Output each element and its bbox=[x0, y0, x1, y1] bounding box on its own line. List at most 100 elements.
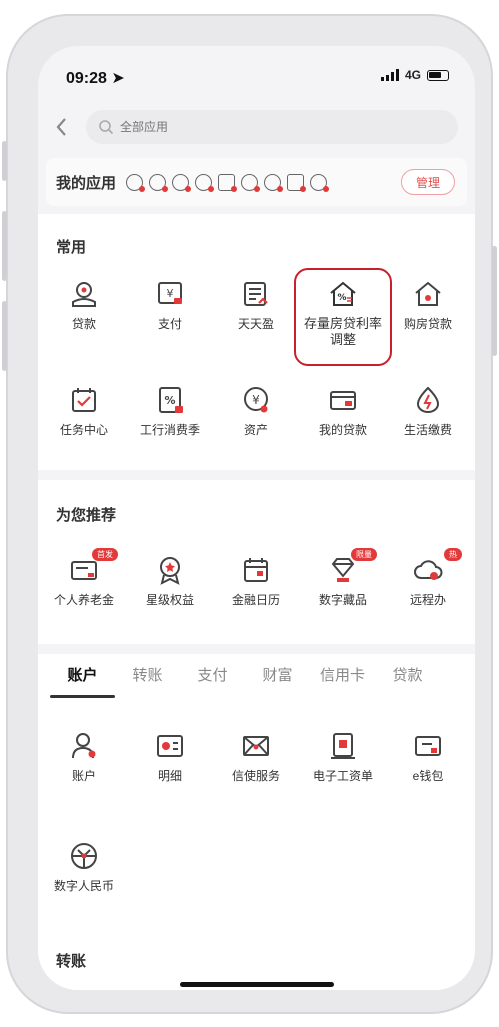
daily-earn-icon bbox=[244, 282, 268, 306]
svg-text:%: % bbox=[164, 394, 175, 407]
remote-service-icon bbox=[414, 560, 443, 580]
tab-transfer[interactable]: 转账 bbox=[115, 654, 180, 698]
badge-shortcut-icon[interactable] bbox=[310, 173, 330, 192]
transfer-section-title: 转账 bbox=[56, 953, 87, 970]
app-consumption-season[interactable]: % 工行消费季 bbox=[130, 384, 210, 438]
chevron-left-icon bbox=[56, 118, 66, 136]
app-task-center[interactable]: 任务中心 bbox=[44, 384, 124, 438]
recommended-section-title: 为您推荐 bbox=[56, 507, 117, 524]
utility-icon bbox=[416, 386, 440, 413]
app-label: 远程办 bbox=[409, 593, 446, 607]
wealth-shortcut-icon[interactable] bbox=[241, 173, 261, 192]
home-loan-icon bbox=[415, 281, 441, 306]
star-rights-icon bbox=[160, 557, 180, 585]
network-type: 4G bbox=[404, 68, 421, 82]
app-personal-pension[interactable]: 首发 个人养老金 bbox=[44, 548, 124, 608]
app-my-loans[interactable]: 我的贷款 bbox=[303, 384, 383, 438]
account-icon bbox=[72, 733, 96, 759]
app-home-loan[interactable]: 购房贷款 bbox=[388, 278, 468, 332]
chart-shortcut-icon[interactable] bbox=[264, 173, 284, 192]
app-digital-rmb[interactable]: 数字人民币 bbox=[44, 840, 124, 894]
shield-shortcut-icon[interactable] bbox=[287, 173, 307, 192]
mute-switch bbox=[2, 141, 7, 181]
app-label: 明细 bbox=[157, 769, 182, 783]
app-account[interactable]: 账户 bbox=[44, 730, 124, 784]
app-e-wallet[interactable]: e钱包 bbox=[388, 730, 468, 784]
search-icon bbox=[99, 120, 114, 135]
app-label: 信使服务 bbox=[231, 769, 280, 783]
app-label: 支付 bbox=[157, 317, 182, 331]
app-mortgage-rate-adjustment[interactable]: % 存量房贷利率 调整 bbox=[303, 278, 383, 348]
volume-down-button bbox=[2, 301, 7, 371]
category-section: 账户 转账 支付 财富 信用卡 贷款 账户 明细 信使服务 电子工资单 e钱包 … bbox=[38, 654, 475, 990]
app-details[interactable]: 明细 bbox=[130, 730, 210, 784]
phone-frame: 09:28 ➤ 4G 我的应用 bbox=[2, 14, 497, 1014]
clock-shortcut-icon[interactable] bbox=[195, 173, 215, 192]
app-assets[interactable]: ¥ 资产 bbox=[216, 384, 296, 438]
app-digital-collection[interactable]: 限量 数字藏品 bbox=[303, 548, 383, 608]
common-section-title: 常用 bbox=[56, 239, 87, 256]
app-screen: 09:28 ➤ 4G 我的应用 bbox=[38, 46, 475, 990]
app-daily-earn[interactable]: 天天盈 bbox=[216, 278, 296, 332]
volume-up-button bbox=[2, 211, 7, 281]
category-tabs: 账户 转账 支付 财富 信用卡 贷款 bbox=[38, 654, 475, 698]
finance-calendar-icon bbox=[244, 558, 268, 582]
common-section: 常用 贷款 ¥ 支付 天天盈 % 存量房贷利率 调整 购房贷款 任务中心 % 工… bbox=[38, 214, 475, 470]
hot-badge: 热 bbox=[444, 548, 462, 561]
document-shortcut-icon[interactable] bbox=[218, 173, 238, 192]
app-star-rights[interactable]: 星级权益 bbox=[130, 554, 210, 608]
app-label: 我的贷款 bbox=[318, 423, 367, 437]
limited-badge: 限量 bbox=[351, 548, 377, 561]
app-label: 购房贷款 bbox=[403, 317, 452, 331]
app-payment[interactable]: ¥ 支付 bbox=[130, 278, 210, 332]
task-center-icon bbox=[72, 388, 96, 412]
app-finance-calendar[interactable]: 金融日历 bbox=[216, 554, 296, 608]
app-label: 任务中心 bbox=[59, 423, 108, 437]
app-label: 工行消费季 bbox=[139, 423, 200, 437]
tab-wealth[interactable]: 财富 bbox=[245, 654, 310, 698]
consumption-icon: % bbox=[159, 387, 183, 413]
search-input[interactable] bbox=[120, 120, 420, 134]
status-bar: 09:28 ➤ 4G bbox=[38, 46, 475, 102]
location-arrow-icon: ➤ bbox=[111, 70, 125, 87]
transfer-shortcut-icon[interactable] bbox=[149, 173, 169, 192]
manage-button[interactable]: 管理 bbox=[401, 169, 455, 195]
home-indicator[interactable] bbox=[180, 982, 334, 987]
tab-payment[interactable]: 支付 bbox=[180, 654, 245, 698]
app-utility-payment[interactable]: 生活缴费 bbox=[388, 384, 468, 438]
my-loans-icon bbox=[330, 391, 356, 410]
tab-loan[interactable]: 贷款 bbox=[375, 654, 440, 698]
app-label: 电子工资单 bbox=[312, 769, 373, 783]
app-label: 贷款 bbox=[71, 317, 96, 331]
assets-icon: ¥ bbox=[244, 387, 268, 413]
app-label: 数字藏品 bbox=[318, 593, 367, 607]
app-label: 天天盈 bbox=[237, 317, 274, 331]
account-shortcut-icon[interactable] bbox=[126, 173, 146, 192]
app-label: 数字人民币 bbox=[53, 879, 114, 893]
app-e-payslip[interactable]: 电子工资单 bbox=[303, 730, 383, 784]
svg-text:¥: ¥ bbox=[167, 287, 174, 300]
new-badge: 首发 bbox=[92, 548, 118, 561]
svg-text:%: % bbox=[337, 293, 346, 303]
app-loan[interactable]: 贷款 bbox=[44, 278, 124, 332]
messenger-icon bbox=[243, 736, 269, 756]
mortgage-rate-icon: % bbox=[330, 281, 356, 306]
app-label: 资产 bbox=[243, 423, 268, 437]
svg-text:¥: ¥ bbox=[252, 393, 260, 407]
payment-shortcut-icon[interactable] bbox=[172, 173, 192, 192]
app-label: 金融日历 bbox=[231, 593, 280, 607]
search-box[interactable] bbox=[86, 110, 458, 144]
tab-account[interactable]: 账户 bbox=[50, 654, 115, 698]
signal-icon bbox=[380, 69, 399, 81]
details-icon bbox=[157, 735, 183, 757]
recommended-section: 为您推荐 首发 个人养老金 星级权益 金融日历 限量 数字藏品 热 远程办 bbox=[38, 480, 475, 644]
app-label: 生活缴费 bbox=[403, 423, 452, 437]
power-button bbox=[492, 246, 497, 356]
back-button[interactable] bbox=[54, 116, 74, 140]
app-remote-service[interactable]: 热 远程办 bbox=[388, 548, 468, 608]
app-messenger-service[interactable]: 信使服务 bbox=[216, 730, 296, 784]
app-label: e钱包 bbox=[412, 769, 444, 783]
tab-credit-card[interactable]: 信用卡 bbox=[310, 654, 375, 698]
digital-rmb-icon bbox=[71, 843, 97, 869]
e-wallet-icon bbox=[415, 736, 441, 756]
